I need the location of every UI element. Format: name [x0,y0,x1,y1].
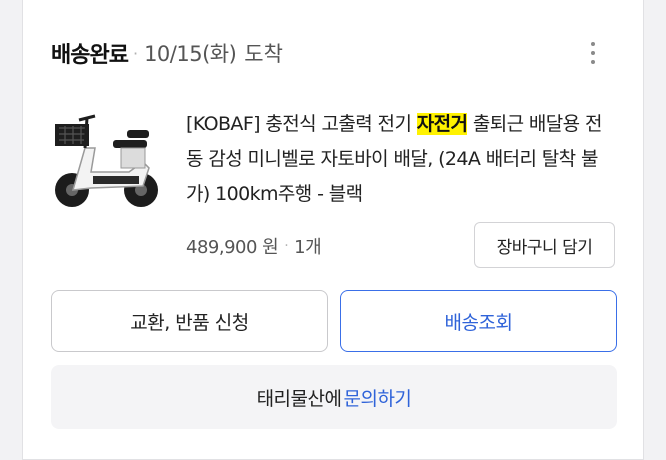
exchange-return-button[interactable]: 교환, 반품 신청 [51,290,328,352]
more-dot [591,42,595,46]
product-title[interactable]: [KOBAF] 충전식 고출력 전기 자전거 출퇴근 배달용 전동 감성 미니벨… [186,107,618,212]
seat [113,140,147,148]
separator-dot: · [132,43,139,63]
product-price: 489,900 원 [186,237,279,258]
rear-seat [127,130,149,138]
inquiry-link[interactable]: 문의하기 [343,384,411,411]
product-title-highlight: 자전거 [416,113,468,135]
footboard [93,176,139,184]
seller-inquiry-bar: 태리물산에 문의하기 [51,365,617,429]
track-delivery-button[interactable]: 배송조회 [340,290,617,352]
order-card: 배송완료 · 10/15(화) 도착 [KOBAF] 충전식 고출력 전기 자전… [22,0,644,460]
product-thumbnail[interactable] [51,98,163,214]
arrival-date: 10/15(화) [144,42,237,66]
product-quantity: 1개 [294,237,322,258]
delivery-status-row: 배송완료 · 10/15(화) 도착 [51,36,283,70]
seller-name: 태리물산에 [256,387,342,410]
add-to-cart-button[interactable]: 장바구니 담기 [474,222,615,268]
separator-dot: · [284,238,289,254]
more-options-icon[interactable] [581,38,605,68]
arrival-label: 도착 [244,42,283,66]
more-dot [591,60,595,64]
price-row: 489,900 원 · 1개 [186,232,322,260]
delivery-status: 배송완료 [51,43,129,68]
seat-post [120,147,146,169]
product-title-part: [KOBAF] 충전식 고출력 전기 [186,113,417,135]
more-dot [591,51,595,55]
